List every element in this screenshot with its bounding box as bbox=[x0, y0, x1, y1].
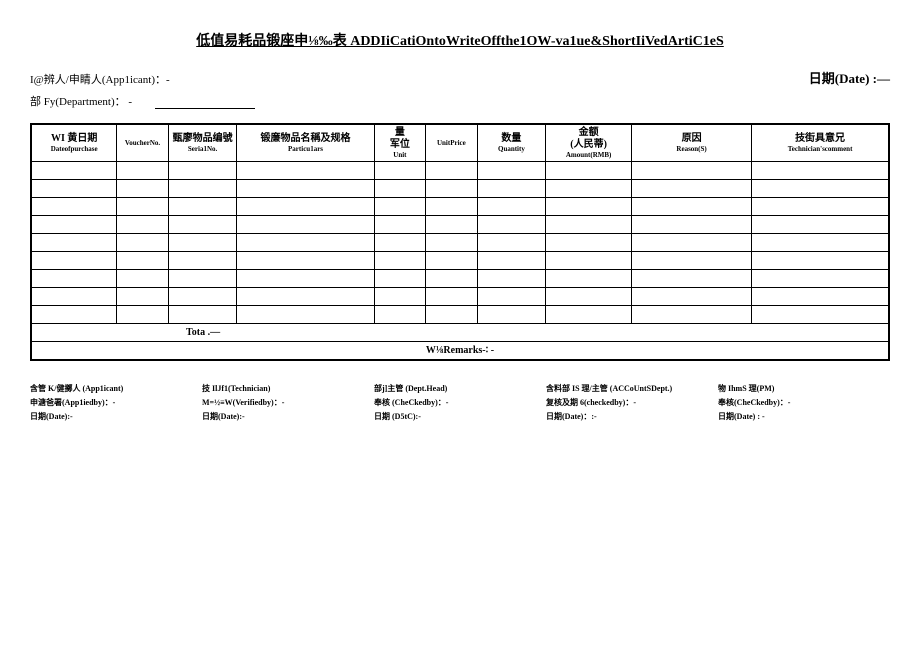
remarks-row: W⅛Remarks-∶ - bbox=[31, 342, 889, 360]
data-row bbox=[31, 234, 889, 252]
data-row bbox=[31, 306, 889, 324]
col-unit: 量 军位 Unit bbox=[374, 124, 425, 162]
date-label: 日期(Date) :— bbox=[809, 68, 890, 87]
col-qty: 数量 Quantity bbox=[477, 124, 546, 162]
col-serial: 甄廖物品编號 Seria1No. bbox=[168, 124, 237, 162]
col-date: WI 黄日期 Dateofpurchase bbox=[31, 124, 117, 162]
sig-accounts: 含料部 IS 理/主管 (ACCoUntSDept.) 复核及期 6(check… bbox=[546, 383, 718, 425]
sig-technician: 技 IlJf1(Technician) M=½≡W(Verifiedby)：- … bbox=[202, 383, 374, 425]
dept-row: 部 Fy(Department)： - bbox=[30, 93, 890, 109]
sig-applicant: 含管 K/健擲人 (App1icant) 申溏爸署(App1iedby)：- 日… bbox=[30, 383, 202, 425]
col-particulars: 锻廉物品名稱及规格 Particu1ars bbox=[237, 124, 374, 162]
sig-depthead: 部j]主管 (Dept.Head) 奉核 (CheCkedby)：- 日期 (D… bbox=[374, 383, 546, 425]
col-reason: 原因 Reason(S) bbox=[632, 124, 752, 162]
header-row-1: I@辨人/申睛人(App1icant)：- 日期(Date) :— bbox=[30, 68, 890, 87]
data-row bbox=[31, 252, 889, 270]
dept-label: 部 Fy(Department)： - bbox=[30, 96, 132, 108]
total-row: Tota .— bbox=[31, 324, 889, 342]
signature-block: 含管 K/健擲人 (App1icant) 申溏爸署(App1iedby)：- 日… bbox=[30, 383, 890, 425]
data-row bbox=[31, 162, 889, 180]
header-row: WI 黄日期 Dateofpurchase VoucherNo. 甄廖物品编號 … bbox=[31, 124, 889, 162]
data-row bbox=[31, 180, 889, 198]
remarks-cell: W⅛Remarks-∶ - bbox=[31, 342, 889, 360]
form-title: 低值易耗品锻座申⅛‰表 ADDIiCatiOntoWriteOffthe1OW-… bbox=[30, 30, 890, 50]
data-row bbox=[31, 270, 889, 288]
col-amount: 金额 (人民蒂) Amount(RMB) bbox=[546, 124, 632, 162]
col-voucher: VoucherNo. bbox=[117, 124, 168, 162]
data-row bbox=[31, 288, 889, 306]
form-page: 低值易耗品锻座申⅛‰表 ADDIiCatiOntoWriteOffthe1OW-… bbox=[30, 30, 890, 425]
main-table: WI 黄日期 Dateofpurchase VoucherNo. 甄廖物品编號 … bbox=[30, 123, 890, 361]
data-row bbox=[31, 216, 889, 234]
col-tech: 技街具意兄 Technician'scomment bbox=[752, 124, 889, 162]
data-row bbox=[31, 198, 889, 216]
applicant-label: I@辨人/申睛人(App1icant)：- bbox=[30, 71, 170, 87]
total-label: Tota .— bbox=[31, 324, 374, 342]
col-unitprice: UnitPrice bbox=[426, 124, 477, 162]
dept-blank-line bbox=[155, 108, 255, 109]
sig-pm: 物 IhmS 理(PM) 奉核(CheCkedby)：- 日期(Date) : … bbox=[718, 383, 890, 425]
